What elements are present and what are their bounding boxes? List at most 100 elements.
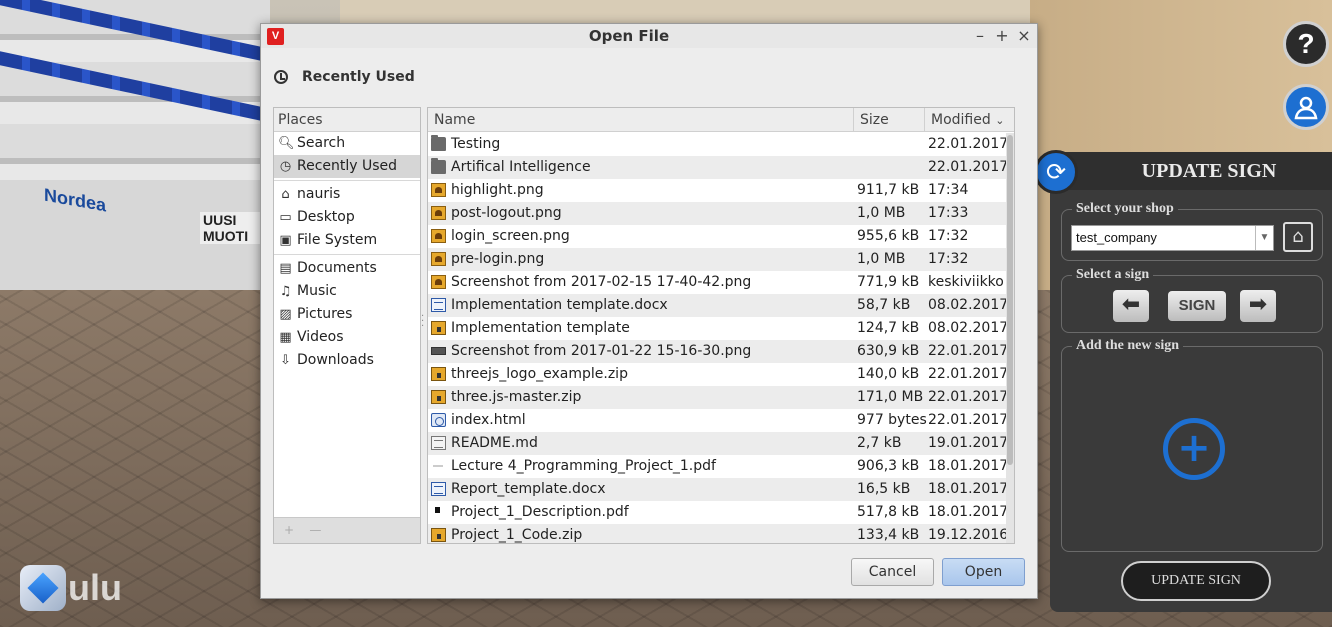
place-item[interactable]: ⌂ nauris [274, 183, 420, 206]
file-size: 911,7 kB [857, 182, 920, 198]
file-modified: 19.01.2017 [928, 435, 1009, 451]
add-sign-legend: Add the new sign [1072, 338, 1184, 354]
file-modified: 19.12.2016 [928, 527, 1009, 543]
remove-bookmark-icon[interactable]: — [309, 523, 321, 537]
column-size[interactable]: Size [853, 108, 924, 132]
photo-file-icon [431, 347, 446, 355]
file-name: Project_1_Description.pdf [451, 504, 629, 520]
column-modified-label: Modified [931, 112, 991, 128]
place-item[interactable]: ♫ Music [274, 280, 420, 303]
place-item[interactable]: ▣ File System [274, 229, 420, 252]
folder-file-icon [431, 135, 446, 151]
open-button[interactable]: Open [942, 558, 1025, 586]
user-button[interactable] [1283, 84, 1329, 130]
file-row[interactable]: pre-login.png 1,0 MB 17:32 [428, 248, 1006, 271]
file-rows: Testing 22.01.2017 Artifical Intelligence 2… [428, 133, 1009, 543]
file-row[interactable]: highlight.png 911,7 kB 17:34 [428, 179, 1006, 202]
places-separator [274, 180, 420, 181]
minimize-button[interactable]: – [971, 26, 989, 45]
file-row[interactable]: Screenshot from 2017-02-15 17-40-42.png 7… [428, 271, 1006, 294]
file-modified: 22.01.2017 [928, 412, 1009, 428]
file-row[interactable]: three.js-master.zip 171,0 MB 22.01.2017 [428, 386, 1008, 409]
dialog-titlebar[interactable]: V Open File – + × [261, 24, 1037, 48]
add-sign-button[interactable]: + [1163, 418, 1225, 480]
help-button[interactable]: ? [1283, 21, 1329, 67]
place-item[interactable]: ▨ Pictures [274, 303, 420, 326]
file-name: Artifical Intelligence [451, 159, 591, 175]
pane-splitter[interactable]: · · · [421, 312, 424, 332]
oulu-logo: ulu [20, 565, 122, 611]
file-row[interactable]: Artifical Intelligence 22.01.2017 [428, 156, 1008, 179]
file-row[interactable]: Project_1_Description.pdf 517,8 kB 18.01.2… [428, 501, 1008, 524]
refresh-button[interactable]: ⟳ [1034, 150, 1078, 194]
place-item[interactable]: 🔍︎ Search [274, 132, 420, 155]
column-modified[interactable]: Modified ⌄ [924, 108, 1014, 132]
drive-icon: ▣ [279, 233, 292, 248]
file-row[interactable]: index.html 977 bytes 22.01.2017 [428, 409, 1009, 432]
file-name: Project_1_Code.zip [451, 527, 583, 543]
file-row[interactable]: post-logout.png 1,0 MB 17:33 [428, 202, 1006, 225]
file-row[interactable]: Implementation template.docx 58,7 kB 08.02… [428, 294, 1009, 317]
file-row[interactable]: threejs_logo_example.zip 140,0 kB 22.01.20… [428, 363, 1009, 386]
file-modified: 22.01.2017 [928, 366, 1009, 382]
place-label: Recently Used [297, 158, 398, 174]
file-modified: 08.02.2017 [928, 297, 1009, 313]
place-item[interactable]: ▭ Desktop [274, 206, 420, 229]
file-row[interactable]: Screenshot from 2017-01-22 15-16-30.png 6… [428, 340, 1008, 363]
building-left: Nordea UUSI MUOTI [0, 0, 270, 300]
shop-legend: Select your shop [1072, 201, 1178, 217]
previous-sign-button[interactable]: ⬅ [1113, 290, 1149, 322]
place-item[interactable]: ◷ Recently Used [274, 155, 420, 178]
shop-select[interactable]: test_company ▼ [1071, 225, 1274, 251]
file-name: pre-login.png [451, 251, 545, 267]
place-label: Music [297, 283, 337, 299]
close-button[interactable]: × [1015, 26, 1033, 45]
add-bookmark-icon[interactable]: + [284, 523, 294, 537]
sign-button[interactable]: SIGN [1168, 291, 1226, 321]
arrow-right-icon: ➡ [1248, 292, 1268, 317]
maximize-button[interactable]: + [993, 26, 1011, 45]
next-sign-button[interactable]: ➡ [1240, 290, 1276, 322]
column-name[interactable]: Name [428, 108, 853, 132]
scrollbar-thumb[interactable] [1007, 135, 1013, 465]
file-name: login_screen.png [451, 228, 570, 244]
shop-store-icon[interactable]: ⌂ [1283, 222, 1313, 252]
pdfblank-file-icon [431, 459, 446, 473]
file-size: 140,0 kB [857, 366, 920, 382]
vertical-scrollbar[interactable] [1006, 133, 1014, 543]
search-icon: 🔍︎ [278, 136, 295, 151]
place-label: Pictures [297, 306, 353, 322]
file-name: Implementation template.docx [451, 297, 668, 313]
update-sign-button[interactable]: UPDATE SIGN [1121, 561, 1271, 601]
archive-file-icon [431, 367, 446, 381]
file-row[interactable]: Lecture 4_Programming_Project_1.pdf 906,3… [428, 455, 1008, 478]
file-name: post-logout.png [451, 205, 562, 221]
user-icon [1294, 96, 1318, 120]
file-name: Testing [451, 136, 501, 152]
awning [0, 0, 270, 63]
place-item[interactable]: ▤ Documents [274, 257, 420, 280]
place-item[interactable]: ▦ Videos [274, 326, 420, 349]
places-header: Places [274, 108, 420, 132]
file-row[interactable]: login_screen.png 955,6 kB 17:32 [428, 225, 1006, 248]
location-label: Recently Used [302, 69, 415, 85]
dialog-title: Open File [588, 27, 670, 45]
doc-file-icon [431, 482, 446, 496]
places-separator [274, 254, 420, 255]
file-row[interactable]: Report_template.docx 16,5 kB 18.01.2017 [428, 478, 1008, 501]
cancel-button[interactable]: Cancel [851, 558, 934, 586]
file-modified: 08.02.2017 [928, 320, 1009, 336]
places-footer: + — [274, 517, 420, 543]
file-size: 133,4 kB [857, 527, 920, 543]
clock-icon [274, 70, 288, 84]
file-row[interactable]: README.md 2,7 kB 19.01.2017 [428, 432, 1009, 455]
file-row[interactable]: Testing 22.01.2017 [428, 133, 1008, 156]
downloads-icon: ⇩ [280, 353, 291, 368]
file-row[interactable]: Implementation template 124,7 kB 08.02.201… [428, 317, 1009, 340]
archive-file-icon [431, 528, 446, 542]
place-label: Search [297, 135, 346, 151]
sort-chevron-down-icon: ⌄ [995, 114, 1005, 127]
file-row[interactable]: Project_1_Code.zip 133,4 kB 19.12.2016 [428, 524, 1009, 543]
doc-file-icon [431, 298, 446, 312]
place-item[interactable]: ⇩ Downloads [274, 349, 420, 372]
